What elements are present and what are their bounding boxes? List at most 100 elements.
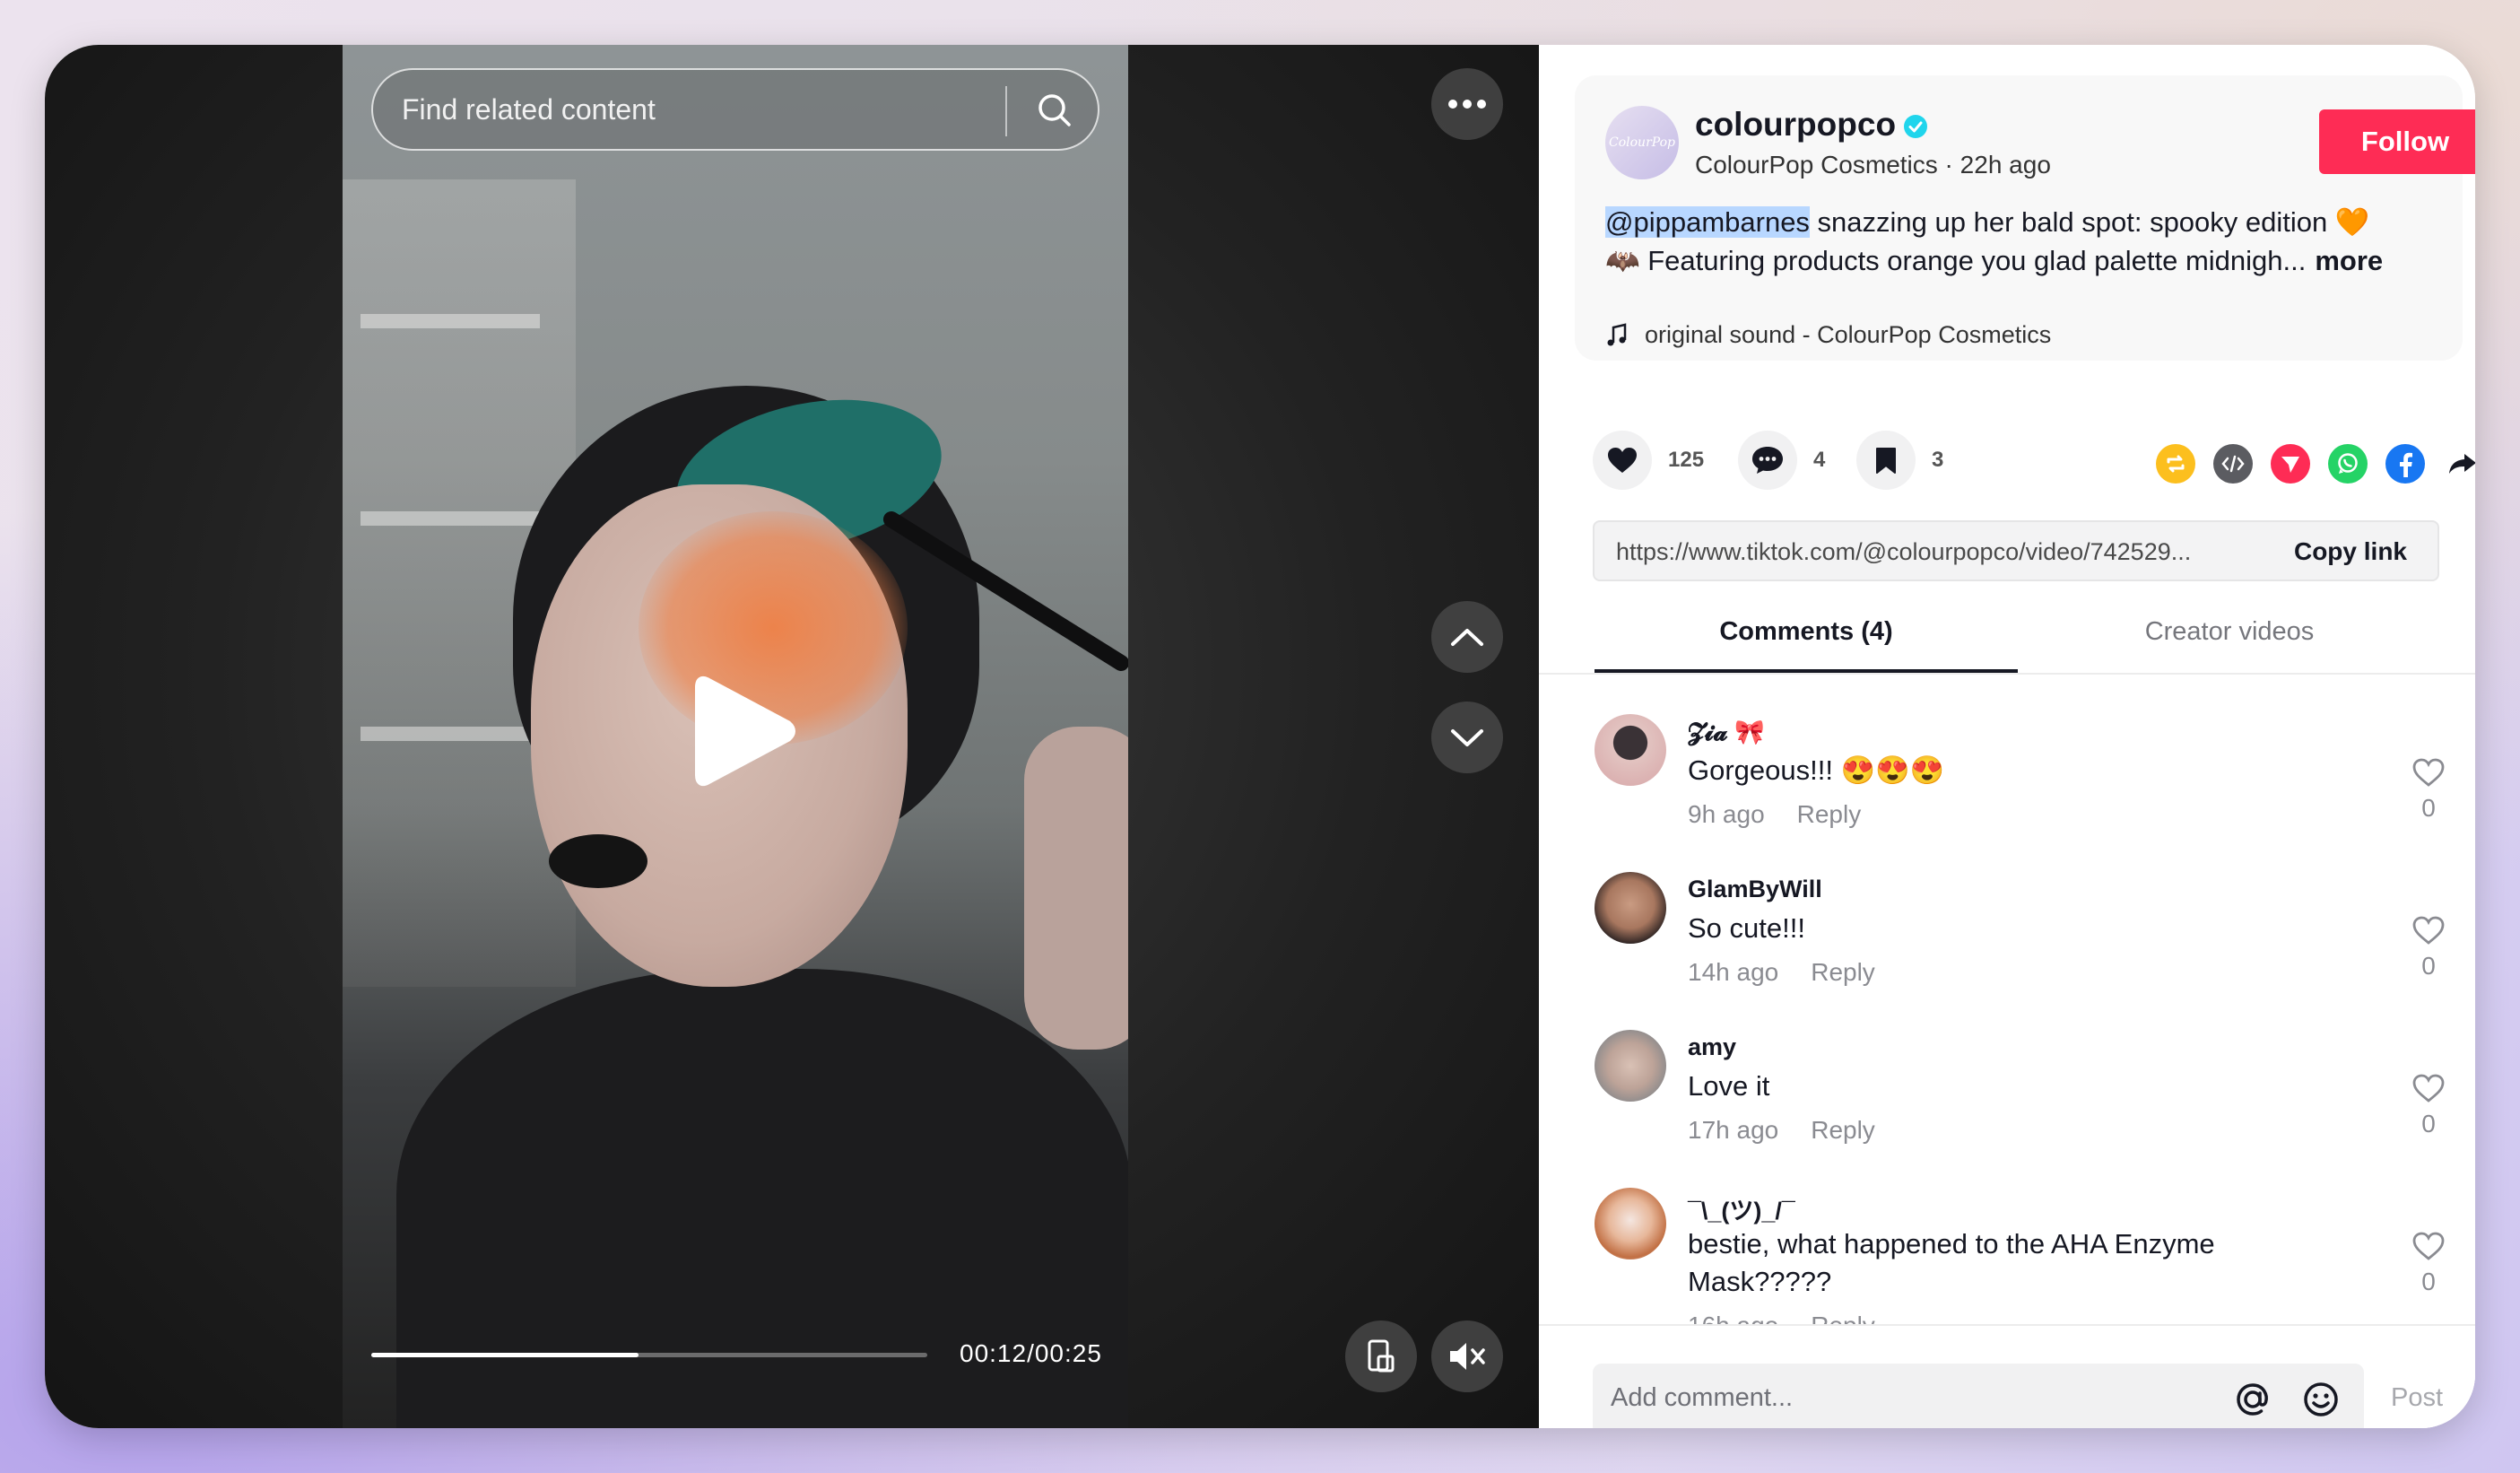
- comment-like-button[interactable]: 0: [2402, 757, 2455, 823]
- comment-like-button[interactable]: 0: [2402, 915, 2455, 981]
- comment-like-button[interactable]: 0: [2402, 1073, 2455, 1138]
- comment-item: GlamByWill So cute!!! 14h ago Reply 0: [1595, 872, 2455, 1015]
- reply-button[interactable]: Reply: [1811, 1116, 1875, 1144]
- commenter-avatar[interactable]: [1595, 714, 1666, 786]
- search-icon[interactable]: [1032, 88, 1077, 133]
- tiktok-video-modal: Find related content 00:12/00:25 ColourP…: [45, 45, 2475, 1428]
- sound-link[interactable]: original sound - ColourPop Cosmetics: [1605, 321, 2051, 349]
- mention-at-icon[interactable]: [2231, 1378, 2274, 1421]
- play-icon[interactable]: [691, 673, 798, 789]
- search-divider: [1005, 86, 1007, 136]
- comment-text: Gorgeous!!! 😍😍😍: [1688, 754, 1945, 786]
- post-caption: @pippambarnes snazzing up her bald spot:…: [1605, 203, 2466, 280]
- commenter-avatar[interactable]: [1595, 1030, 1666, 1102]
- comment-bubble-icon: [1752, 447, 1783, 474]
- creator-avatar[interactable]: ColourPop: [1605, 106, 1679, 179]
- save-button[interactable]: 3: [1856, 431, 1943, 490]
- reply-button[interactable]: Reply: [1797, 800, 1862, 828]
- black-lips: [549, 834, 647, 888]
- save-count: 3: [1932, 448, 1944, 472]
- caption-more-button[interactable]: more: [2315, 245, 2383, 276]
- comment-text: bestie, what happened to the AHA Enzyme …: [1688, 1228, 2215, 1297]
- comment-item: 𝓩𝓲𝓪 🎀 Gorgeous!!! 😍😍😍 9h ago Reply 0: [1595, 714, 2455, 858]
- comment-like-count: 0: [2421, 952, 2436, 980]
- share-link-box: https://www.tiktok.com/@colourpopco/vide…: [1593, 520, 2439, 581]
- comment-like-button[interactable]: 0: [2402, 1231, 2455, 1296]
- shelf-board: [361, 511, 540, 526]
- like-button[interactable]: 125: [1593, 431, 1704, 490]
- commenter-name[interactable]: 𝓩𝓲𝓪 🎀: [1688, 718, 1765, 747]
- comment-like-count: 0: [2421, 1110, 2436, 1137]
- tab-creator-videos[interactable]: Creator videos: [2018, 617, 2441, 647]
- copy-link-button[interactable]: Copy link: [2294, 537, 2407, 566]
- mute-button[interactable]: [1431, 1320, 1503, 1392]
- post-time: 22h ago: [1960, 151, 2051, 179]
- comment-circle: [1738, 431, 1797, 490]
- comment-like-count: 0: [2421, 794, 2436, 822]
- ellipsis-icon: [1448, 100, 1486, 109]
- post-description-card: ColourPop colourpopco ColourPop Cosmetic…: [1575, 75, 2475, 361]
- person-hand: [1024, 727, 1128, 1050]
- whatsapp-icon: [2338, 453, 2358, 474]
- music-note-icon: [1607, 322, 1627, 345]
- comment-item: ¯\_(ツ)_/¯ bestie, what happened to the A…: [1595, 1188, 2455, 1324]
- sound-name: original sound - ColourPop Cosmetics: [1645, 321, 2052, 348]
- comment-item: amy Love it 17h ago Reply 0: [1595, 1030, 2455, 1173]
- comment-meta: 14h ago Reply: [1688, 958, 1875, 987]
- commenter-avatar[interactable]: [1595, 1188, 1666, 1259]
- subline-separator: ·: [1937, 151, 1960, 179]
- chevron-down-icon: [1451, 729, 1483, 746]
- comment-time: 16h ago: [1688, 1312, 1778, 1324]
- tab-comments[interactable]: Comments (4): [1595, 617, 2018, 647]
- caption-mention-link[interactable]: @pippambarnes: [1605, 206, 1810, 238]
- creator-avatar-logo: ColourPop: [1609, 135, 1675, 150]
- tab-bar: Comments (4) Creator videos: [1539, 596, 2475, 675]
- share-whatsapp-button[interactable]: [2328, 444, 2368, 484]
- video-progress-bar[interactable]: [371, 1353, 927, 1357]
- share-facebook-button[interactable]: [2385, 444, 2425, 484]
- comment-input[interactable]: Add comment...: [1593, 1364, 2364, 1428]
- reply-button[interactable]: Reply: [1811, 1312, 1875, 1324]
- save-circle: [1856, 431, 1916, 490]
- commenter-avatar[interactable]: [1595, 872, 1666, 944]
- send-icon: [2281, 457, 2299, 473]
- send-to-friends-button[interactable]: [2271, 444, 2310, 484]
- comment-time: 14h ago: [1688, 958, 1779, 986]
- reply-button[interactable]: Reply: [1811, 958, 1875, 986]
- comment-meta: 9h ago Reply: [1688, 800, 1861, 829]
- share-link-url[interactable]: https://www.tiktok.com/@colourpopco/vide…: [1616, 538, 2244, 566]
- bookmark-icon: [1876, 448, 1896, 474]
- heart-outline-icon: [2412, 1232, 2445, 1260]
- embed-code-icon: [2221, 455, 2245, 473]
- emoji-icon[interactable]: [2299, 1378, 2342, 1421]
- creator-username[interactable]: colourpopco: [1695, 106, 1928, 144]
- comment-meta: 17h ago Reply: [1688, 1116, 1875, 1145]
- post-comment-button[interactable]: Post: [2391, 1383, 2443, 1413]
- video-area: Find related content 00:12/00:25: [45, 45, 1539, 1428]
- repost-button[interactable]: [2156, 444, 2195, 484]
- search-input[interactable]: Find related content: [402, 93, 656, 126]
- comment-button[interactable]: 4: [1738, 431, 1825, 490]
- heart-outline-icon: [2412, 1074, 2445, 1103]
- more-share-button[interactable]: [2443, 444, 2475, 484]
- commenter-name[interactable]: GlamByWill: [1688, 876, 1822, 903]
- verified-badge-icon: [1904, 115, 1928, 139]
- creator-username-text: colourpopco: [1695, 106, 1897, 143]
- follow-button[interactable]: Follow: [2319, 109, 2475, 174]
- comment-composer: Add comment... Post: [1539, 1324, 2475, 1428]
- search-bar[interactable]: Find related content: [371, 68, 1099, 151]
- commenter-name[interactable]: amy: [1688, 1033, 1736, 1061]
- embed-button[interactable]: [2213, 444, 2253, 484]
- picture-in-picture-button[interactable]: [1345, 1320, 1417, 1392]
- next-video-button[interactable]: [1431, 702, 1503, 773]
- comment-time: 9h ago: [1688, 800, 1765, 828]
- previous-video-button[interactable]: [1431, 601, 1503, 673]
- repost-icon: [2167, 455, 2185, 473]
- heart-icon: [1608, 448, 1637, 473]
- more-options-button[interactable]: [1431, 68, 1503, 140]
- heart-outline-icon: [2412, 916, 2445, 945]
- heart-outline-icon: [2412, 758, 2445, 787]
- commenter-name[interactable]: ¯\_(ツ)_/¯: [1688, 1191, 1795, 1226]
- active-tab-indicator: [1595, 669, 2018, 673]
- mute-icon: [1450, 1343, 1485, 1370]
